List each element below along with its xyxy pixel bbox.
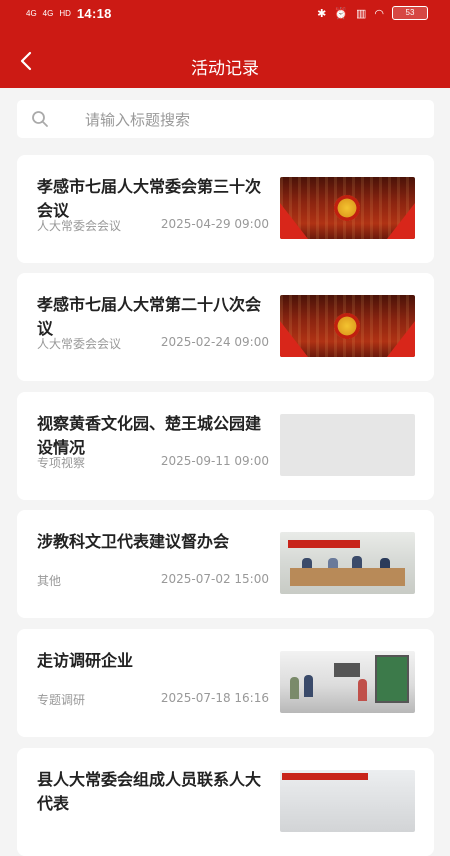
app-header: 4G 4G HD 14:18 ✱ ⏰ ▥ ◠ 53 活动记录 <box>0 0 450 88</box>
record-datetime: 2025-07-02 15:00 <box>160 572 269 586</box>
search-icon <box>32 111 48 127</box>
search-bar[interactable] <box>17 100 434 140</box>
record-meta: 人大常委会会议 2025-04-29 09:00 <box>37 217 269 234</box>
record-meta: 人大常委会会议 2025-02-24 09:00 <box>37 335 269 352</box>
record-card[interactable]: 县人大常委会组成人员联系人大代表 <box>17 748 434 856</box>
record-meta: 其他 2025-07-02 15:00 <box>37 572 269 589</box>
vibrate-icon: ▥ <box>355 7 367 20</box>
network-indicator-1: 4G <box>26 8 37 18</box>
wifi-icon: ◠ <box>374 7 384 20</box>
record-card[interactable]: 走访调研企业 专题调研 2025-07-18 16:16 <box>17 629 434 737</box>
record-card[interactable]: 孝感市七届人大常第二十八次会议 人大常委会会议 2025-02-24 09:00 <box>17 273 434 381</box>
battery-icon: 53 <box>392 6 428 20</box>
record-title: 孝感市七届人大常委会第三十次会议 <box>37 177 262 220</box>
alarm-icon: ⏰ <box>334 7 348 20</box>
record-datetime: 2025-09-11 09:00 <box>160 454 269 468</box>
status-time: 14:18 <box>76 6 112 21</box>
record-category: 人大常委会会议 <box>37 219 122 233</box>
record-card[interactable]: 视察黄香文化园、楚王城公园建设情况 专项视察 2025-09-11 09:00 <box>17 392 434 500</box>
network-indicator-2: 4G <box>42 8 54 18</box>
record-title: 走访调研企业 <box>37 651 134 670</box>
page-title: 活动记录 <box>191 59 259 79</box>
record-datetime: 2025-04-29 09:00 <box>160 217 269 231</box>
record-card[interactable]: 孝感市七届人大常委会第三十次会议 人大常委会会议 2025-04-29 09:0… <box>17 155 434 263</box>
record-thumbnail <box>280 651 415 713</box>
record-datetime: 2025-02-24 09:00 <box>160 335 269 349</box>
bluetooth-icon: ✱ <box>317 7 327 20</box>
national-emblem-icon <box>334 313 360 339</box>
search-input[interactable] <box>83 100 417 140</box>
record-card[interactable]: 涉教科文卫代表建议督办会 其他 2025-07-02 15:00 <box>17 510 434 618</box>
national-emblem-icon <box>334 195 360 221</box>
record-thumbnail <box>280 295 415 357</box>
record-category: 专题调研 <box>37 693 86 707</box>
record-category: 其他 <box>37 574 62 588</box>
record-thumbnail-placeholder <box>280 414 415 476</box>
nav-bar: 活动记录 <box>0 40 450 88</box>
record-title: 县人大常委会组成人员联系人大代表 <box>37 770 262 813</box>
record-thumbnail <box>280 532 415 594</box>
record-category: 专项视察 <box>37 456 86 470</box>
hd-indicator: HD <box>59 8 71 18</box>
record-title: 涉教科文卫代表建议督办会 <box>37 532 230 551</box>
record-datetime: 2025-07-18 16:16 <box>160 691 269 705</box>
record-meta: 专项视察 2025-09-11 09:00 <box>37 454 269 471</box>
record-thumbnail <box>280 177 415 239</box>
record-title: 视察黄香文化园、楚王城公园建设情况 <box>37 414 262 457</box>
record-meta: 专题调研 2025-07-18 16:16 <box>37 691 269 708</box>
record-title: 孝感市七届人大常第二十八次会议 <box>37 295 262 338</box>
record-category: 人大常委会会议 <box>37 337 122 351</box>
record-thumbnail <box>280 770 415 832</box>
status-bar: 4G 4G HD 14:18 ✱ ⏰ ▥ ◠ 53 <box>0 0 450 28</box>
